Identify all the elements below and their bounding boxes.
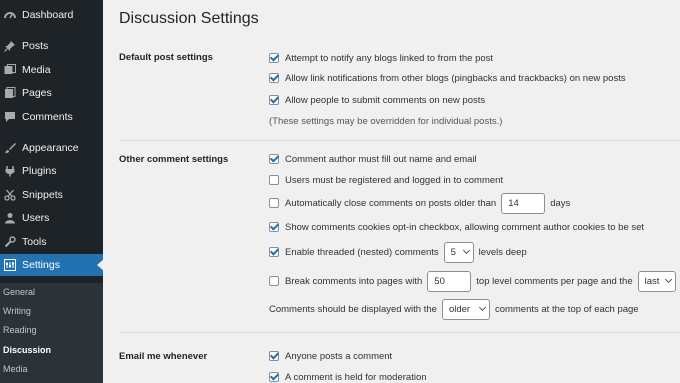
menu-label: Snippets: [22, 189, 63, 201]
option-break-comments-pages: Break comments into pages with 50 top le…: [269, 270, 680, 292]
option-cookies-opt-in[interactable]: Show comments cookies opt-in checkbox, a…: [269, 219, 644, 235]
checkbox[interactable]: [269, 95, 279, 105]
dashboard-icon: [4, 9, 16, 21]
menu-item-pages[interactable]: Pages: [0, 82, 103, 104]
option-comment-order: Comments should be displayed with the ol…: [269, 298, 639, 320]
menu-label: Tools: [22, 236, 47, 248]
menu-item-users[interactable]: Users: [0, 207, 103, 229]
option-label: Automatically close comments on posts ol…: [285, 197, 497, 209]
pages-icon: [4, 87, 16, 99]
option-email-moderation[interactable]: A comment is held for moderation: [269, 369, 427, 383]
option-require-name-email[interactable]: Comment author must fill out name and em…: [269, 151, 477, 167]
menu-label: Appearance: [22, 142, 79, 154]
section-divider: [119, 140, 680, 141]
menu-label: Dashboard: [22, 9, 74, 21]
menu-item-dashboard[interactable]: Dashboard: [0, 4, 103, 26]
menu-label: Posts: [22, 40, 49, 52]
select-value: last: [644, 275, 660, 287]
option-require-registration[interactable]: Users must be registered and logged in t…: [269, 172, 503, 188]
option-suffix: days: [550, 197, 571, 209]
chevron-down-icon: [462, 246, 470, 255]
option-notify-linked-blogs[interactable]: Attempt to notify any blogs linked to fr…: [269, 50, 493, 66]
menu-item-comments[interactable]: Comments: [0, 106, 103, 128]
checkbox[interactable]: [269, 53, 279, 63]
users-icon: [4, 212, 16, 224]
chevron-down-icon: [664, 275, 672, 284]
section-label-default-post: Default post settings: [119, 52, 213, 63]
page-order-select[interactable]: last: [637, 270, 676, 292]
option-allow-comments[interactable]: Allow people to submit comments on new p…: [269, 92, 485, 108]
close-days-input[interactable]: 14: [501, 192, 546, 214]
menu-item-plugins[interactable]: Plugins: [0, 160, 103, 182]
plugins-icon: [4, 165, 16, 177]
checkbox[interactable]: [269, 154, 279, 164]
section-label-email: Email me whenever: [119, 351, 208, 362]
checkbox[interactable]: [269, 247, 279, 257]
comments-per-page-input[interactable]: 50: [427, 270, 472, 292]
option-label: Anyone posts a comment: [285, 350, 393, 362]
snippets-icon: [4, 189, 16, 201]
menu-label: Settings: [22, 259, 60, 271]
submenu-media[interactable]: Media: [3, 364, 28, 374]
submenu-general[interactable]: General: [3, 287, 35, 297]
checkbox[interactable]: [269, 222, 279, 232]
option-label-mid: top level comments per page and the: [476, 275, 633, 287]
tools-icon: [4, 236, 16, 248]
submenu-writing[interactable]: Writing: [3, 306, 31, 316]
option-label: Break comments into pages with: [285, 275, 423, 287]
menu-item-media[interactable]: Media: [0, 59, 103, 81]
option-threaded-comments: Enable threaded (nested) comments 5 leve…: [269, 241, 527, 263]
comment-order-select[interactable]: older: [441, 298, 490, 320]
option-auto-close-comments: Automatically close comments on posts ol…: [269, 192, 571, 214]
override-note: (These settings may be overridden for in…: [269, 116, 503, 127]
pin-icon: [4, 40, 16, 52]
settings-icon: [4, 259, 16, 271]
section-label-other-comment: Other comment settings: [119, 154, 229, 165]
page-title: Discussion Settings: [119, 10, 259, 27]
menu-label: Pages: [22, 87, 52, 99]
option-label: Comments should be displayed with the: [269, 303, 437, 315]
option-suffix: levels deep: [478, 246, 527, 258]
checkbox[interactable]: [269, 372, 279, 382]
menu-label: Media: [22, 64, 51, 76]
checkbox[interactable]: [269, 351, 279, 361]
option-label: Allow people to submit comments on new p…: [285, 94, 486, 106]
submenu-reading[interactable]: Reading: [3, 325, 37, 335]
option-label: A comment is held for moderation: [285, 371, 427, 383]
option-suffix: comments at the top of each page: [494, 303, 639, 315]
select-value: older: [448, 303, 471, 315]
checkbox[interactable]: [269, 175, 279, 185]
section-divider: [119, 332, 680, 333]
comments-icon: [4, 111, 16, 123]
menu-item-settings[interactable]: Settings: [0, 254, 104, 276]
option-label: Users must be registered and logged in t…: [285, 174, 504, 186]
paintbrush-icon: [4, 142, 16, 154]
chevron-down-icon: [478, 303, 486, 312]
option-label: Comment author must fill out name and em…: [285, 153, 477, 165]
option-allow-pingbacks[interactable]: Allow link notifications from other blog…: [269, 70, 626, 86]
menu-label: Plugins: [22, 165, 57, 177]
option-label: Enable threaded (nested) comments: [285, 246, 439, 258]
media-icon: [4, 64, 16, 76]
option-label: Allow link notifications from other blog…: [285, 72, 626, 84]
menu-label: Users: [22, 212, 50, 224]
select-value: 5: [450, 246, 456, 258]
admin-sidebar: Dashboard Posts Media Pages Comments App…: [0, 0, 104, 383]
submenu-discussion[interactable]: Discussion: [3, 345, 51, 355]
menu-label: Comments: [22, 111, 73, 123]
menu-item-tools[interactable]: Tools: [0, 231, 103, 253]
checkbox[interactable]: [269, 198, 279, 208]
option-label: Attempt to notify any blogs linked to fr…: [285, 52, 494, 64]
settings-submenu: General Writing Reading Discussion Media: [0, 283, 103, 383]
thread-depth-select[interactable]: 5: [443, 241, 474, 263]
main-content: Discussion Settings Default post setting…: [103, 0, 680, 383]
checkbox[interactable]: [269, 276, 279, 286]
menu-item-snippets[interactable]: Snippets: [0, 184, 103, 206]
option-label: Show comments cookies opt-in checkbox, a…: [285, 221, 645, 233]
menu-item-appearance[interactable]: Appearance: [0, 137, 103, 159]
menu-item-posts[interactable]: Posts: [0, 35, 103, 57]
option-email-new-comment[interactable]: Anyone posts a comment: [269, 348, 392, 364]
checkbox[interactable]: [269, 73, 279, 83]
